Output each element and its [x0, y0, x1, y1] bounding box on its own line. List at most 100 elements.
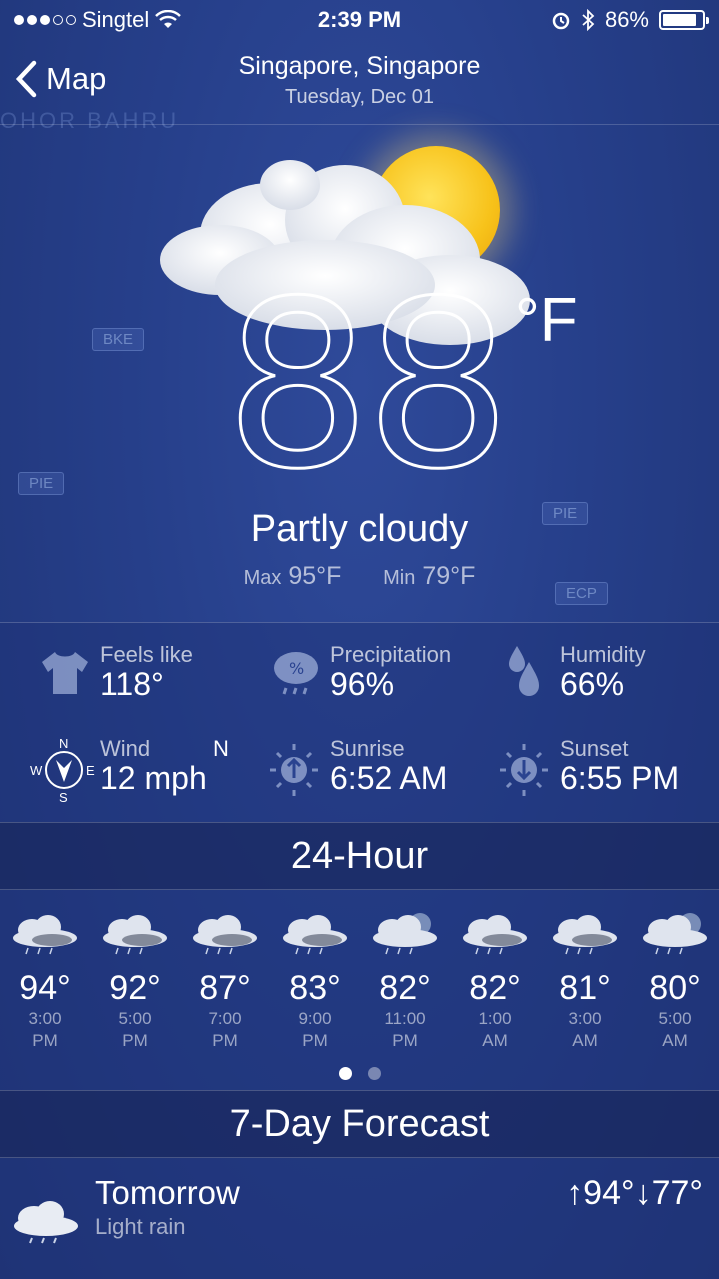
hourly-time: 3:00 — [568, 1009, 602, 1028]
hourly-forecast[interactable]: 94° 3:00 PM 92° 5:00 PM 87° 7:00 PM 83° 9:00 PM — [0, 890, 719, 1090]
hourly-item: 82° 1:00 AM — [450, 910, 540, 1052]
thunderstorm-icon — [180, 910, 270, 963]
thunderstorm-icon — [90, 910, 180, 963]
hourly-time: 5:00 — [658, 1009, 692, 1028]
hourly-item: 92° 5:00 PM — [90, 910, 180, 1052]
hourly-item: 87° 7:00 PM — [180, 910, 270, 1052]
hourly-ampm: AM — [572, 1031, 598, 1050]
location-title: Singapore, Singapore — [238, 52, 481, 80]
page-dot[interactable] — [338, 1067, 352, 1080]
status-bar: Singtel 2:39 PM 86% — [0, 0, 719, 40]
map-road-tag: BKE — [92, 328, 145, 351]
sunrise-value: 6:52 AM — [330, 760, 448, 796]
hourly-time: 11:00 — [384, 1009, 426, 1028]
alarm-icon — [552, 12, 570, 30]
cloudy-night-icon — [360, 910, 450, 963]
sunset-label: Sunset — [560, 736, 629, 761]
droplets-icon — [509, 646, 539, 696]
hourly-time: 7:00 — [208, 1009, 242, 1028]
hourly-header: 24-Hour — [0, 822, 719, 890]
condition-text: Partly cloudy — [250, 508, 469, 550]
hourly-time: 1:00 — [478, 1009, 512, 1028]
hourly-time: 3:00 — [28, 1009, 62, 1028]
thunderstorm-icon — [0, 910, 90, 963]
precipitation: Precipitation 96% — [330, 642, 451, 703]
feels-like: Feels like 118° — [100, 642, 193, 703]
forecast-day-row[interactable]: Tomorrow Light rain ↑94°↓77° — [0, 1158, 719, 1279]
hourly-temp: 83° — [289, 969, 341, 1007]
forecast-header: 7-Day Forecast — [0, 1090, 719, 1158]
page-dot[interactable] — [367, 1067, 381, 1080]
min-value: 79°F — [422, 562, 476, 590]
map-road-tag: PIE — [18, 472, 65, 495]
hourly-ampm: PM — [302, 1031, 328, 1050]
current-temperature: 88 — [223, 253, 513, 520]
sunset: Sunset 6:55 PM — [560, 736, 679, 797]
shirt-icon — [42, 652, 88, 694]
sunrise-icon — [270, 744, 318, 796]
precipitation-label: Precipitation — [330, 642, 452, 667]
compass-west: W — [30, 763, 43, 778]
hourly-temp: 94° — [19, 969, 71, 1007]
battery-icon — [659, 10, 709, 30]
date-subtitle: Tuesday, Dec 01 — [285, 86, 434, 108]
navigation-bar: Map Singapore, Singapore Tuesday, Dec 01 — [0, 44, 719, 125]
sunrise: Sunrise 6:52 AM — [330, 736, 447, 797]
thunderstorm-icon — [450, 910, 540, 963]
hourly-temp: 82° — [469, 969, 521, 1007]
humidity-value: 66% — [560, 666, 625, 702]
max-value: 95°F — [288, 562, 342, 590]
battery-percent: 86% — [604, 7, 649, 32]
hourly-item: 80° 5:00 AM — [630, 910, 719, 1052]
hourly-item: 82° 11:00 PM — [360, 910, 450, 1052]
sunset-value: 6:55 PM — [560, 760, 680, 796]
hourly-item: 83° 9:00 PM — [270, 910, 360, 1052]
compass-south: S — [59, 790, 68, 805]
max-min-temperatures: Max 95°F Min 79°F — [0, 562, 719, 591]
hourly-ampm: AM — [662, 1031, 688, 1050]
forecast-high: 94° — [583, 1174, 635, 1212]
compass-north: N — [59, 736, 69, 751]
details-panel: Feels like 118° % Precipitation 96% Humi… — [0, 622, 719, 822]
hourly-ampm: PM — [32, 1031, 58, 1050]
compass-icon: N S W E — [30, 736, 100, 806]
bluetooth-icon — [582, 9, 595, 31]
hourly-ampm: AM — [482, 1031, 508, 1050]
hourly-time: 9:00 — [298, 1009, 332, 1028]
hourly-ampm: PM — [212, 1031, 238, 1050]
forecast-day-name: Tomorrow — [95, 1174, 240, 1211]
wind: Wind 12 mph — [100, 736, 207, 797]
hourly-time: 5:00 — [118, 1009, 152, 1028]
forecast-day-description: Light rain — [95, 1214, 186, 1239]
arrow-up-icon: ↑ — [566, 1174, 584, 1212]
temperature-unit: °F — [515, 286, 578, 355]
humidity: Humidity 66% — [560, 642, 646, 703]
cloudy-night-icon — [630, 910, 719, 963]
hourly-page-indicator[interactable] — [0, 1067, 719, 1080]
hourly-ampm: PM — [392, 1031, 418, 1050]
forecast-day-temps: ↑94°↓77° — [566, 1174, 703, 1213]
wind-value: 12 mph — [100, 760, 207, 796]
humidity-label: Humidity — [560, 642, 646, 667]
feels-like-label: Feels like — [100, 642, 193, 667]
precipitation-value: 96% — [330, 666, 395, 702]
hourly-temp: 92° — [109, 969, 161, 1007]
sunset-icon — [500, 744, 548, 796]
feels-like-value: 118° — [100, 666, 164, 702]
min-label: Min — [383, 567, 416, 589]
hourly-ampm: PM — [122, 1031, 148, 1050]
thunderstorm-icon — [270, 910, 360, 963]
hourly-temp: 82° — [379, 969, 431, 1007]
compass-east: E — [86, 763, 95, 778]
svg-text:%: % — [289, 659, 304, 678]
forecast-low: 77° — [651, 1174, 703, 1212]
hourly-temp: 80° — [649, 969, 701, 1007]
wind-label: Wind — [100, 736, 151, 761]
sunrise-label: Sunrise — [330, 736, 405, 761]
thunderstorm-icon — [540, 910, 630, 963]
wind-direction: N — [213, 736, 229, 761]
arrow-down-icon: ↓ — [634, 1174, 652, 1212]
hourly-temp: 81° — [559, 969, 611, 1007]
hourly-item: 81° 3:00 AM — [540, 910, 630, 1052]
hourly-temp: 87° — [199, 969, 251, 1007]
